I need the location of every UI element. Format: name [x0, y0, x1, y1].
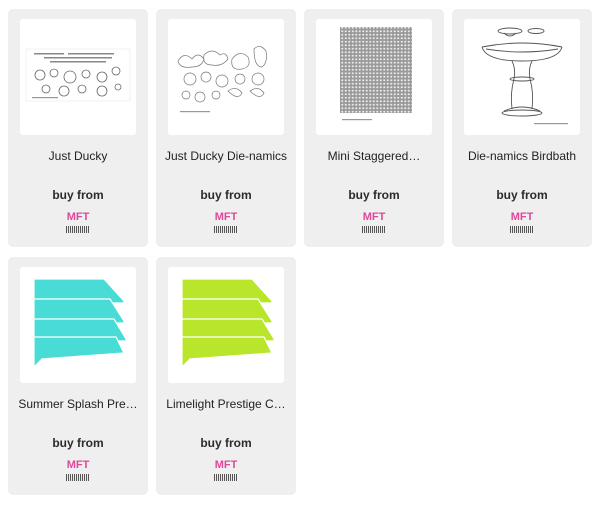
- product-card[interactable]: Limelight Prestige C… buy from MFT: [156, 257, 296, 495]
- die-outline-sheet-icon: [177, 46, 267, 113]
- store-name: MFT: [214, 211, 238, 223]
- cardstock-fan-lime-icon: [181, 278, 275, 369]
- barcode-icon: [66, 474, 90, 481]
- product-card[interactable]: Die-namics Birdbath buy from MFT: [452, 9, 592, 247]
- store-logo-mft[interactable]: MFT: [65, 211, 91, 237]
- cardstock-fan-cyan-icon: [33, 278, 127, 369]
- store-name: MFT: [66, 211, 90, 223]
- buy-from-label: buy from: [52, 188, 104, 202]
- store-logo-mft[interactable]: MFT: [213, 459, 239, 485]
- barcode-icon: [510, 226, 534, 233]
- product-image[interactable]: [20, 267, 136, 383]
- product-title[interactable]: Mini Staggered…: [310, 149, 438, 163]
- barcode-icon: [66, 226, 90, 233]
- stencil-grid-icon: [340, 27, 412, 121]
- product-image[interactable]: [316, 19, 432, 135]
- product-image[interactable]: [20, 19, 136, 135]
- store-logo-mft[interactable]: MFT: [361, 211, 387, 237]
- store-logo-mft[interactable]: MFT: [213, 211, 239, 237]
- product-title[interactable]: Limelight Prestige C…: [162, 397, 290, 411]
- buy-from-label: buy from: [52, 436, 104, 450]
- product-card[interactable]: Mini Staggered… buy from MFT: [304, 9, 444, 247]
- product-card[interactable]: Just Ducky buy from MFT: [8, 9, 148, 247]
- store-name: MFT: [66, 459, 90, 471]
- birdbath-die-icon: [481, 27, 568, 125]
- product-title[interactable]: Just Ducky: [14, 149, 142, 163]
- buy-from-label: buy from: [200, 436, 252, 450]
- product-title[interactable]: Summer Splash Pre…: [14, 397, 142, 411]
- store-logo-mft[interactable]: MFT: [65, 459, 91, 485]
- store-name: MFT: [510, 211, 534, 223]
- store-logo-mft[interactable]: MFT: [509, 211, 535, 237]
- buy-from-label: buy from: [200, 188, 252, 202]
- store-name: MFT: [214, 459, 238, 471]
- product-image[interactable]: [168, 19, 284, 135]
- buy-from-label: buy from: [496, 188, 548, 202]
- product-card[interactable]: Just Ducky Die-namics buy from MFT: [156, 9, 296, 247]
- product-card[interactable]: Summer Splash Pre… buy from MFT: [8, 257, 148, 495]
- product-image[interactable]: [168, 267, 284, 383]
- store-name: MFT: [362, 211, 386, 223]
- product-title[interactable]: Just Ducky Die-namics: [162, 149, 290, 163]
- barcode-icon: [362, 226, 386, 233]
- product-image[interactable]: [464, 19, 580, 135]
- stamp-set-sheet-icon: [25, 48, 131, 102]
- product-title[interactable]: Die-namics Birdbath: [458, 149, 586, 163]
- barcode-icon: [214, 474, 238, 481]
- buy-from-label: buy from: [348, 188, 400, 202]
- barcode-icon: [214, 226, 238, 233]
